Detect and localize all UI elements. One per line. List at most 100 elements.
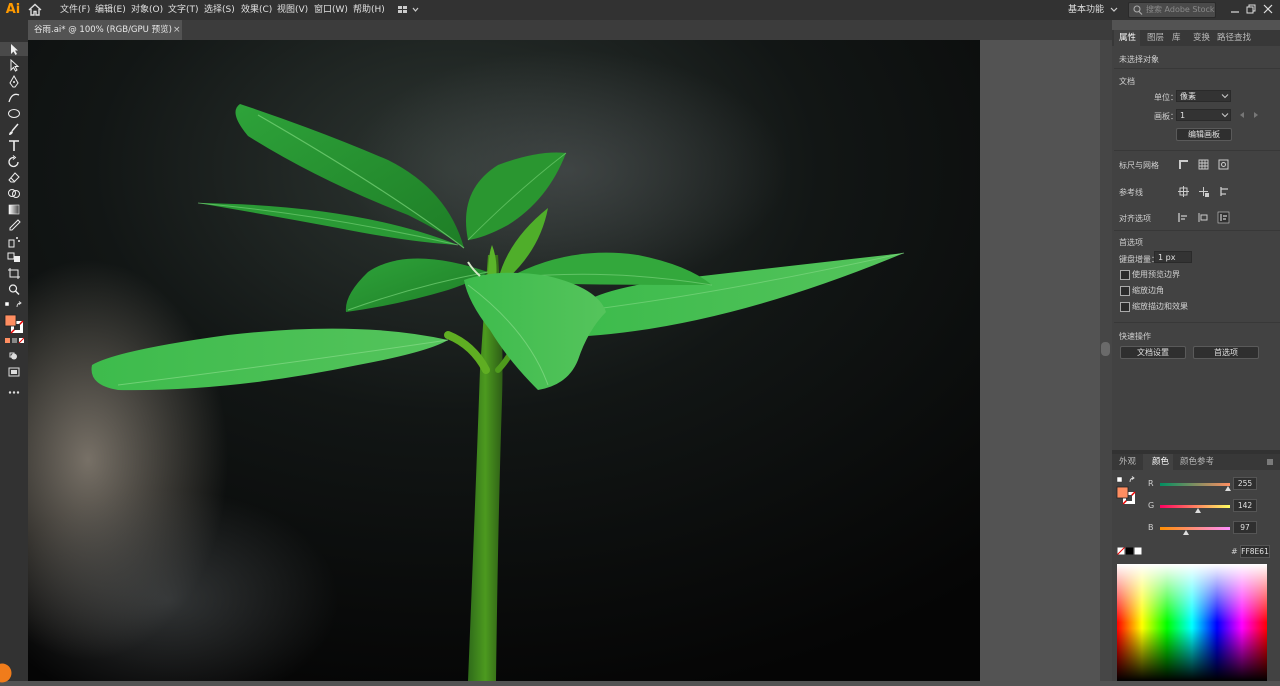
red-slider[interactable] — [1160, 483, 1230, 486]
align-to-artboard-icon[interactable] — [1217, 211, 1230, 224]
arrange-documents-icon[interactable] — [396, 3, 422, 17]
grid-icon[interactable] — [1197, 158, 1210, 171]
scale-strokes-effects-checkbox[interactable] — [1120, 302, 1130, 312]
align-to-selection-icon[interactable] — [1177, 211, 1190, 224]
align-to-key-object-icon[interactable] — [1197, 211, 1210, 224]
g-label: G — [1148, 501, 1155, 510]
edit-artboards-button[interactable]: 编辑画板 — [1176, 128, 1232, 141]
next-artboard-icon[interactable] — [1252, 111, 1260, 119]
ruler-icon[interactable] — [1177, 158, 1190, 171]
shape-builder-tool-icon[interactable] — [6, 187, 22, 200]
search-icon — [1133, 4, 1143, 16]
hex-value[interactable]: FF8E61 — [1240, 545, 1270, 558]
menu-help[interactable]: 帮助(H) — [353, 3, 385, 17]
b-label: B — [1148, 523, 1154, 532]
close-icon[interactable] — [1261, 2, 1275, 16]
menu-view[interactable]: 视图(V) — [277, 3, 308, 17]
selection-tool-icon[interactable] — [6, 43, 22, 56]
menu-edit[interactable]: 编辑(E) — [95, 3, 126, 17]
keyboard-increment-input[interactable]: 1 px — [1154, 251, 1192, 263]
tab-appearance[interactable]: 外观 — [1119, 454, 1136, 470]
color-mode-buttons[interactable] — [4, 337, 25, 345]
panel-menu-icon[interactable] — [1266, 458, 1274, 466]
artboard-illustration[interactable] — [28, 40, 980, 681]
tab-color-guide[interactable]: 颜色参考 — [1180, 454, 1214, 470]
lock-guides-icon[interactable] — [1197, 185, 1210, 198]
more-tools-icon[interactable] — [6, 386, 22, 399]
minimize-icon[interactable] — [1228, 2, 1242, 16]
chevron-down-icon[interactable] — [1221, 111, 1229, 119]
paintbrush-tool-icon[interactable] — [6, 123, 22, 136]
pen-tool-icon[interactable] — [6, 75, 22, 88]
red-slider-thumb[interactable] — [1225, 486, 1231, 491]
vertical-scrollbar[interactable] — [1100, 40, 1112, 681]
document-tab[interactable]: 谷雨.ai* @ 100% (RGB/GPU 预览) × — [28, 20, 182, 40]
default-swap-colors-icon[interactable] — [4, 301, 24, 309]
curvature-tool-icon[interactable] — [6, 91, 22, 104]
no-selection-label: 未选择对象 — [1119, 55, 1159, 64]
units-value: 像素 — [1180, 92, 1196, 101]
align-options-label: 对齐选项 — [1119, 214, 1151, 223]
tab-layers[interactable]: 图层 — [1147, 30, 1164, 46]
chevron-down-icon[interactable] — [1221, 92, 1229, 100]
none-black-white-swatches[interactable] — [1117, 547, 1143, 555]
use-preview-bounds-checkbox[interactable] — [1120, 270, 1130, 280]
blue-slider[interactable] — [1160, 527, 1230, 530]
preferences-button[interactable]: 首选项 — [1193, 346, 1259, 359]
guides-label: 参考线 — [1119, 188, 1143, 197]
keyboard-increment-value: 1 px — [1158, 253, 1176, 262]
direct-selection-tool-icon[interactable] — [6, 59, 22, 72]
document-tab-label: 谷雨.ai* @ 100% (RGB/GPU 预览) — [34, 25, 172, 35]
menu-select[interactable]: 选择(S) — [204, 3, 235, 17]
menu-window[interactable]: 窗口(W) — [314, 3, 348, 17]
blend-tool-icon[interactable] — [6, 251, 22, 264]
color-spectrum[interactable] — [1117, 564, 1267, 681]
menu-file[interactable]: 文件(F) — [60, 3, 90, 17]
pixel-grid-icon[interactable] — [1217, 158, 1230, 171]
zoom-tool-icon[interactable] — [6, 283, 22, 296]
scale-corners-checkbox[interactable] — [1120, 286, 1130, 296]
restore-icon[interactable] — [1244, 2, 1258, 16]
green-value[interactable]: 142 — [1233, 499, 1257, 512]
previous-artboard-icon[interactable] — [1238, 111, 1246, 119]
tab-properties[interactable]: 属性 — [1119, 30, 1136, 46]
green-slider-thumb[interactable] — [1195, 508, 1201, 513]
guides-icon[interactable] — [1177, 185, 1190, 198]
red-value[interactable]: 255 — [1233, 477, 1257, 490]
menu-effect[interactable]: 效果(C) — [241, 3, 272, 17]
tab-libraries[interactable]: 库 — [1172, 30, 1181, 46]
artboard-value: 1 — [1180, 111, 1186, 120]
document-setup-button[interactable]: 文档设置 — [1120, 346, 1186, 359]
type-tool-icon[interactable] — [6, 139, 22, 152]
artboard-tool-icon[interactable] — [6, 267, 22, 280]
tab-pathfinder[interactable]: 路径查找 — [1217, 30, 1251, 46]
smart-guides-icon[interactable] — [1217, 185, 1230, 198]
ellipse-tool-icon[interactable] — [6, 107, 22, 120]
notification-badge-icon[interactable] — [0, 663, 12, 683]
blue-slider-thumb[interactable] — [1183, 530, 1189, 535]
gradient-tool-icon[interactable] — [6, 203, 22, 216]
rotate-tool-icon[interactable] — [6, 155, 22, 168]
tab-color[interactable]: 颜色 — [1152, 454, 1169, 470]
units-label: 单位： — [1154, 93, 1178, 102]
blue-value[interactable]: 97 — [1233, 521, 1257, 534]
eraser-tool-icon[interactable] — [6, 171, 22, 184]
fill-stroke-swatch[interactable] — [1116, 476, 1140, 506]
tab-transform[interactable]: 变换 — [1193, 30, 1210, 46]
eyedropper-tool-icon[interactable] — [6, 219, 22, 232]
screen-mode-icon[interactable] — [6, 366, 22, 379]
scale-corners-label: 缩放边角 — [1132, 286, 1164, 295]
scrollbar-thumb[interactable] — [1101, 342, 1110, 356]
document-tab-bar — [28, 20, 1112, 40]
menu-type[interactable]: 文字(T) — [168, 3, 199, 17]
menu-object[interactable]: 对象(O) — [131, 3, 163, 17]
draw-mode-icon[interactable] — [6, 350, 22, 363]
close-tab-icon[interactable]: × — [173, 20, 181, 40]
home-icon[interactable] — [28, 3, 42, 16]
fill-stroke-swatch[interactable] — [4, 314, 24, 334]
symbol-sprayer-tool-icon[interactable] — [6, 235, 22, 248]
chevron-down-icon[interactable] — [1110, 3, 1118, 17]
search-stock-field[interactable]: 搜索 Adobe Stock — [1128, 2, 1216, 18]
workspace-switcher[interactable]: 基本功能 — [1068, 3, 1104, 17]
preferences-header: 首选项 — [1119, 238, 1143, 247]
